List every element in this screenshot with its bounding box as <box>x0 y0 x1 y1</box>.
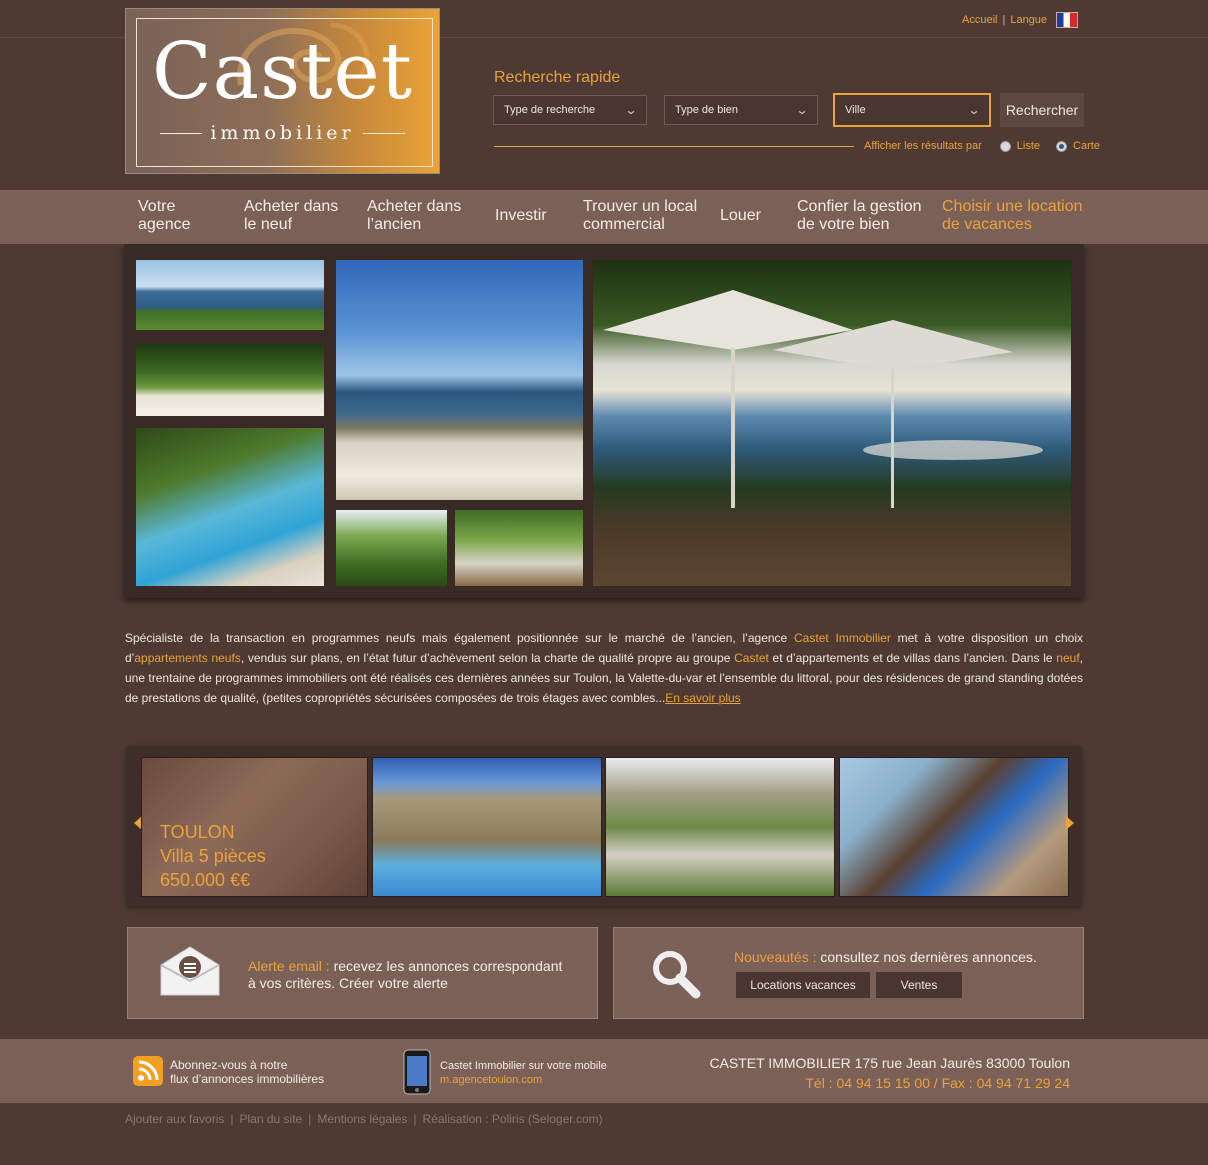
carousel-item-stone-house-pool[interactable] <box>372 757 602 897</box>
listing-type: Villa 5 pièces <box>160 846 266 866</box>
nav-item-rent[interactable]: Louer <box>720 207 761 225</box>
contact-info: CASTET IMMOBILIER 175 rue Jean Jaurès 83… <box>700 1053 1070 1093</box>
company-phone: Tél : 04 94 15 15 00 / Fax : 04 94 71 29… <box>805 1075 1070 1091</box>
results-display-options: Afficher les résultats par Liste Carte <box>864 140 1100 152</box>
gallery-photo-pool[interactable] <box>136 428 324 586</box>
site-logo[interactable]: Castet immobilier <box>125 8 440 174</box>
top-links: Accueil | Langue <box>962 12 1079 28</box>
castet-immobilier-link[interactable]: Castet Immobilier <box>794 631 891 645</box>
list-radio-label[interactable]: Liste <box>1017 140 1040 152</box>
gallery-photo-balustrade[interactable] <box>136 344 324 416</box>
gallery-photo-terrace-sea[interactable] <box>336 260 583 500</box>
search-button[interactable]: Rechercher <box>1000 93 1084 127</box>
search-type-select[interactable]: Type de recherche ⌄ <box>493 95 647 125</box>
new-property-link[interactable]: neuf <box>1056 651 1079 665</box>
results-label: Afficher les résultats par <box>864 140 982 152</box>
logo-subtitle: immobilier <box>160 122 405 144</box>
listing-city: TOULON <box>160 822 235 842</box>
carousel-item-featured[interactable]: TOULON Villa 5 pièces 650.000 €€ <box>141 757 368 897</box>
city-select[interactable]: Ville ⌄ <box>833 93 991 127</box>
gallery-photo-patio-umbrellas[interactable] <box>593 260 1071 586</box>
envelope-icon <box>160 946 220 996</box>
nav-item-agency[interactable]: Votre agence <box>138 198 191 234</box>
new-apartments-link[interactable]: appartements neufs <box>134 651 240 665</box>
bottom-links: Ajouter aux favoris | Plan du site | Men… <box>125 1112 603 1126</box>
chevron-down-icon: ⌄ <box>967 103 981 117</box>
holiday-rentals-button[interactable]: Locations vacances <box>736 972 870 998</box>
carousel-next-arrow-icon[interactable] <box>1066 816 1074 830</box>
chevron-down-icon: ⌄ <box>795 103 809 117</box>
map-radio-label[interactable]: Carte <box>1073 140 1100 152</box>
bottom-links-separator: | <box>230 1112 234 1126</box>
sales-button[interactable]: Ventes <box>876 972 962 998</box>
logo-title: Castet <box>151 27 414 117</box>
map-radio[interactable] <box>1056 140 1068 152</box>
smartphone-icon <box>403 1049 431 1095</box>
bottom-links-separator: | <box>308 1112 312 1126</box>
nav-item-invest[interactable]: Investir <box>495 207 547 225</box>
photo-gallery <box>124 244 1084 598</box>
top-links-separator: | <box>1002 14 1006 26</box>
agency-intro-text: Spécialiste de la transaction en program… <box>125 631 1084 705</box>
add-favorites-link[interactable]: Ajouter aux favoris <box>125 1112 224 1126</box>
nav-item-buy-new[interactable]: Acheter dans le neuf <box>244 198 338 234</box>
gallery-photo-palm[interactable] <box>336 510 447 586</box>
property-type-select[interactable]: Type de bien ⌄ <box>664 95 818 125</box>
sitemap-link[interactable]: Plan du site <box>240 1112 303 1126</box>
language-link[interactable]: Langue <box>1010 14 1047 26</box>
footer: Abonnez-vous à notre flux d’annonces immo… <box>0 1039 1208 1103</box>
list-radio[interactable] <box>999 140 1011 152</box>
company-address: CASTET IMMOBILIER 175 rue Jean Jaurès 83… <box>709 1055 1070 1071</box>
mobile-site-label: Castet Immobilier sur votre mobile <box>440 1060 607 1072</box>
home-link[interactable]: Accueil <box>962 14 997 26</box>
nav-item-management[interactable]: Confier la gestion de votre bien <box>797 198 922 234</box>
main-navigation: Votre agence Acheter dans le neuf Acheter … <box>0 190 1208 244</box>
quick-search-title: Recherche rapide <box>494 69 621 86</box>
mobile-site-link[interactable]: m.agencetoulon.com <box>440 1073 607 1087</box>
credits-link[interactable]: Réalisation : Poliris (Seloger.com) <box>423 1112 603 1126</box>
rss-subscribe-link[interactable]: Abonnez-vous à notre flux d’annonces immo… <box>170 1058 324 1086</box>
nav-item-commercial[interactable]: Trouver un local commercial <box>583 198 697 234</box>
carousel-item-living-room[interactable] <box>839 757 1069 897</box>
listing-price: 650.000 €€ <box>160 870 251 890</box>
gallery-photo-sea-view[interactable] <box>136 260 324 330</box>
read-more-link[interactable]: En savoir plus <box>665 691 740 705</box>
listings-carousel: TOULON Villa 5 pièces 650.000 €€ <box>126 746 1082 906</box>
magnifier-icon <box>653 951 701 999</box>
castet-group-link[interactable]: Castet <box>734 651 769 665</box>
legal-notice-link[interactable]: Mentions légales <box>317 1112 407 1126</box>
carousel-item-garden-facade[interactable] <box>605 757 835 897</box>
results-divider <box>494 146 854 147</box>
french-flag-icon[interactable] <box>1056 12 1079 28</box>
mobile-site-info: Castet Immobilier sur votre mobile m.age… <box>440 1059 607 1087</box>
new-listings-text: Nouveautés : consultez nos dernières ann… <box>734 949 1037 965</box>
email-alert-box: Alerte email : recevez les annonces corr… <box>127 927 598 1019</box>
gallery-photo-garden-chairs[interactable] <box>455 510 583 586</box>
nav-item-holiday-rental[interactable]: Choisir une location de vacances <box>942 198 1083 234</box>
nav-item-buy-old[interactable]: Acheter dans l’ancien <box>367 198 461 234</box>
bottom-links-separator: | <box>413 1112 417 1126</box>
featured-listing-caption: TOULON Villa 5 pièces 650.000 €€ <box>160 820 266 892</box>
email-alert-text[interactable]: Alerte email : recevez les annonces corr… <box>248 958 562 992</box>
rss-icon[interactable] <box>133 1056 163 1086</box>
chevron-down-icon: ⌄ <box>624 103 638 117</box>
new-listings-box: Nouveautés : consultez nos dernières ann… <box>613 927 1084 1019</box>
